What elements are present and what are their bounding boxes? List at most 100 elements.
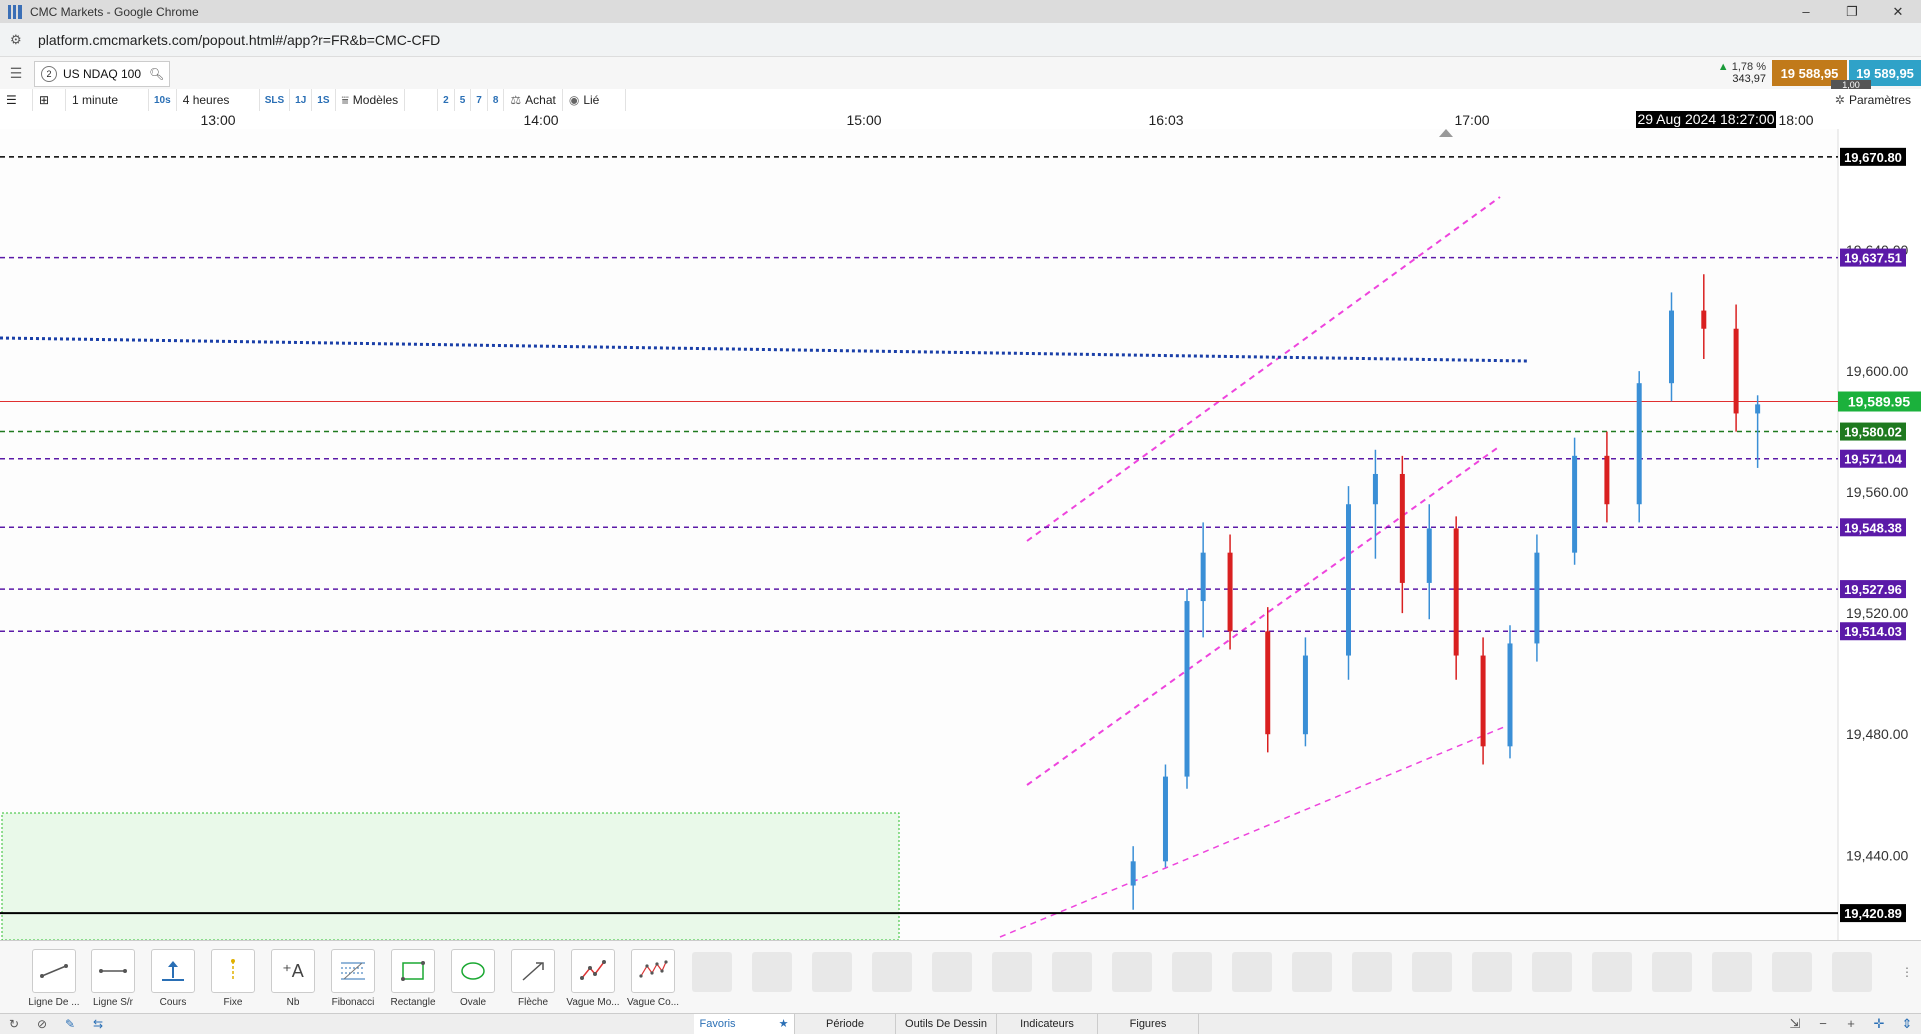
empty-tool-slot[interactable] [692,952,732,992]
level-price-label: 19,637.51 [1844,251,1902,266]
instrument-selector[interactable]: 2 US NDAQ 100 🔍︎ [34,61,170,87]
empty-tool-slot[interactable] [1832,952,1872,992]
empty-tool-slot[interactable] [1652,952,1692,992]
empty-tool-slot[interactable] [992,952,1032,992]
y-tick-label: 19,520.00 [1846,605,1908,621]
list-icon[interactable]: ☰ [0,89,33,111]
chart-buy-icon: ⚖ [510,93,522,107]
sls-button[interactable]: SLS [260,89,291,111]
layout-8[interactable]: 8 [488,89,505,111]
search-icon[interactable]: 🔍︎ [149,67,164,81]
empty-tool-slot[interactable] [1592,952,1632,992]
tool-rectangle[interactable]: Rectangle [383,949,443,1019]
interval-10s[interactable]: 10s [149,89,177,111]
linked-toggle[interactable]: ◉ Lié [563,89,626,111]
close-icon[interactable]: ✕ [1875,0,1921,23]
tool-label: Flèche [517,997,548,1008]
empty-tool-slot[interactable] [1772,952,1812,992]
buy-toggle[interactable]: ⚖ Achat [504,89,563,111]
tool-fibonacci[interactable]: Fibonacci [323,949,383,1019]
empty-tool-slot[interactable] [1172,952,1212,992]
tab-favorites[interactable]: Favoris ★ [694,1014,795,1034]
tool-arrow[interactable]: Flèche [503,949,563,1019]
zoom-out-icon[interactable]: − [1809,1014,1837,1034]
empty-tool-slot[interactable] [752,952,792,992]
tool-label: Ligne S/r [92,997,134,1008]
fit-icon[interactable]: ⇕ [1893,1014,1921,1034]
candle-body [1604,455,1610,505]
layout-2[interactable]: 2 [438,89,455,111]
tool-label: Cours [159,997,187,1008]
range-select[interactable]: 4 heures [177,89,260,111]
site-settings-icon[interactable]: ⚙ [10,32,28,48]
empty-tool-slot[interactable] [812,952,852,992]
empty-tool-slot[interactable] [1532,952,1572,992]
linked-label: Lié [583,93,600,107]
models-button[interactable]: ⩸ Modèles [336,89,406,111]
time-label: 16:03 [1148,112,1184,128]
range-1j[interactable]: 1J [290,89,313,111]
fibonacci-icon [341,962,365,980]
candle-body [1755,404,1761,414]
refresh-icon[interactable]: ↻ [0,1014,28,1034]
arrow-icon [522,962,544,981]
candle-body [1130,861,1136,886]
tab-indicators[interactable]: Indicateurs [997,1014,1098,1034]
empty-tool-slot[interactable] [1112,952,1152,992]
tab-period[interactable]: Période [795,1014,896,1034]
candle-body [1701,310,1707,329]
time-label: 17:00 [1454,112,1490,128]
candle-body [1669,310,1674,384]
tool-label: Nb [286,997,300,1008]
drag-icon[interactable]: ⇲ [1781,1014,1809,1034]
empty-tool-slot[interactable] [1712,952,1752,992]
zoom-in-icon[interactable]: + [1837,1014,1865,1034]
window-title: CMC Markets - Google Chrome [30,4,199,19]
range-1s[interactable]: 1S [312,89,336,111]
restore-icon[interactable]: ❐ [1829,0,1875,23]
empty-tool-slot[interactable] [872,952,912,992]
empty-tool-slot[interactable] [1292,952,1332,992]
candle-body [1733,328,1739,414]
time-label: 13:00 [200,112,236,128]
menu-icon[interactable]: ☰ [0,57,32,89]
y-tick-label: 19,560.00 [1846,484,1908,500]
tab-drawing-tools[interactable]: Outils De Dessin [896,1014,997,1034]
url-text[interactable]: platform.cmcmarkets.com/popout.html#/app… [38,32,440,48]
empty-tool-slot[interactable] [1412,952,1452,992]
empty-tool-slot[interactable] [1052,952,1092,992]
level-price-label: 19,670.80 [1844,150,1902,165]
settings-button[interactable]: ✲ Paramètres [1835,89,1911,111]
price-chart[interactable]: 19,440.00 19,480.00 19,520.00 19,560.00 19,6… [0,129,1921,940]
empty-tool-slot[interactable] [1472,952,1512,992]
crosshair-time-label: 29 Aug 2024 18:27:00 [1636,111,1776,128]
empty-tool-slot[interactable] [932,952,972,992]
level-price-label: 19,514.03 [1844,624,1902,639]
pencil-icon[interactable]: ✎ [56,1014,84,1034]
layout-5[interactable]: 5 [455,89,472,111]
tool-price[interactable]: Cours [143,949,203,1019]
scroll-right-icon[interactable]: ⋮ [1901,965,1913,979]
window-titlebar: CMC Markets - Google Chrome – ❐ ✕ [0,0,1921,23]
empty-tool-slot[interactable] [1232,952,1272,992]
layout-7[interactable]: 7 [471,89,488,111]
tool-motive-wave[interactable]: Vague Mo... [563,949,623,1019]
tool-text[interactable]: ⁺A Nb [263,949,323,1019]
empty-tool-slot[interactable] [1352,952,1392,992]
minimize-icon[interactable]: – [1783,0,1829,23]
ban-icon[interactable]: ⊘ [28,1014,56,1034]
magnet-icon[interactable]: ⇆ [84,1014,112,1034]
tool-corrective-wave[interactable]: Vague Co... [623,949,683,1019]
tab-figures[interactable]: Figures [1098,1014,1199,1034]
tool-oval[interactable]: Ovale [443,949,503,1019]
layout-icon[interactable]: ⊞ [33,89,66,111]
tool-sr-line[interactable]: Ligne S/r [83,949,143,1019]
tab-label: Favoris [699,1018,736,1030]
trend-line-icon [40,964,68,978]
candle-body [1227,552,1233,632]
tool-trend-line[interactable]: Ligne De ... [24,949,84,1019]
current-price-label: 19,589.95 [1848,394,1910,410]
interval-select[interactable]: 1 minute [66,89,149,111]
tool-fixed[interactable]: Fixe [203,949,263,1019]
crosshair-icon[interactable]: ✛ [1865,1014,1893,1034]
